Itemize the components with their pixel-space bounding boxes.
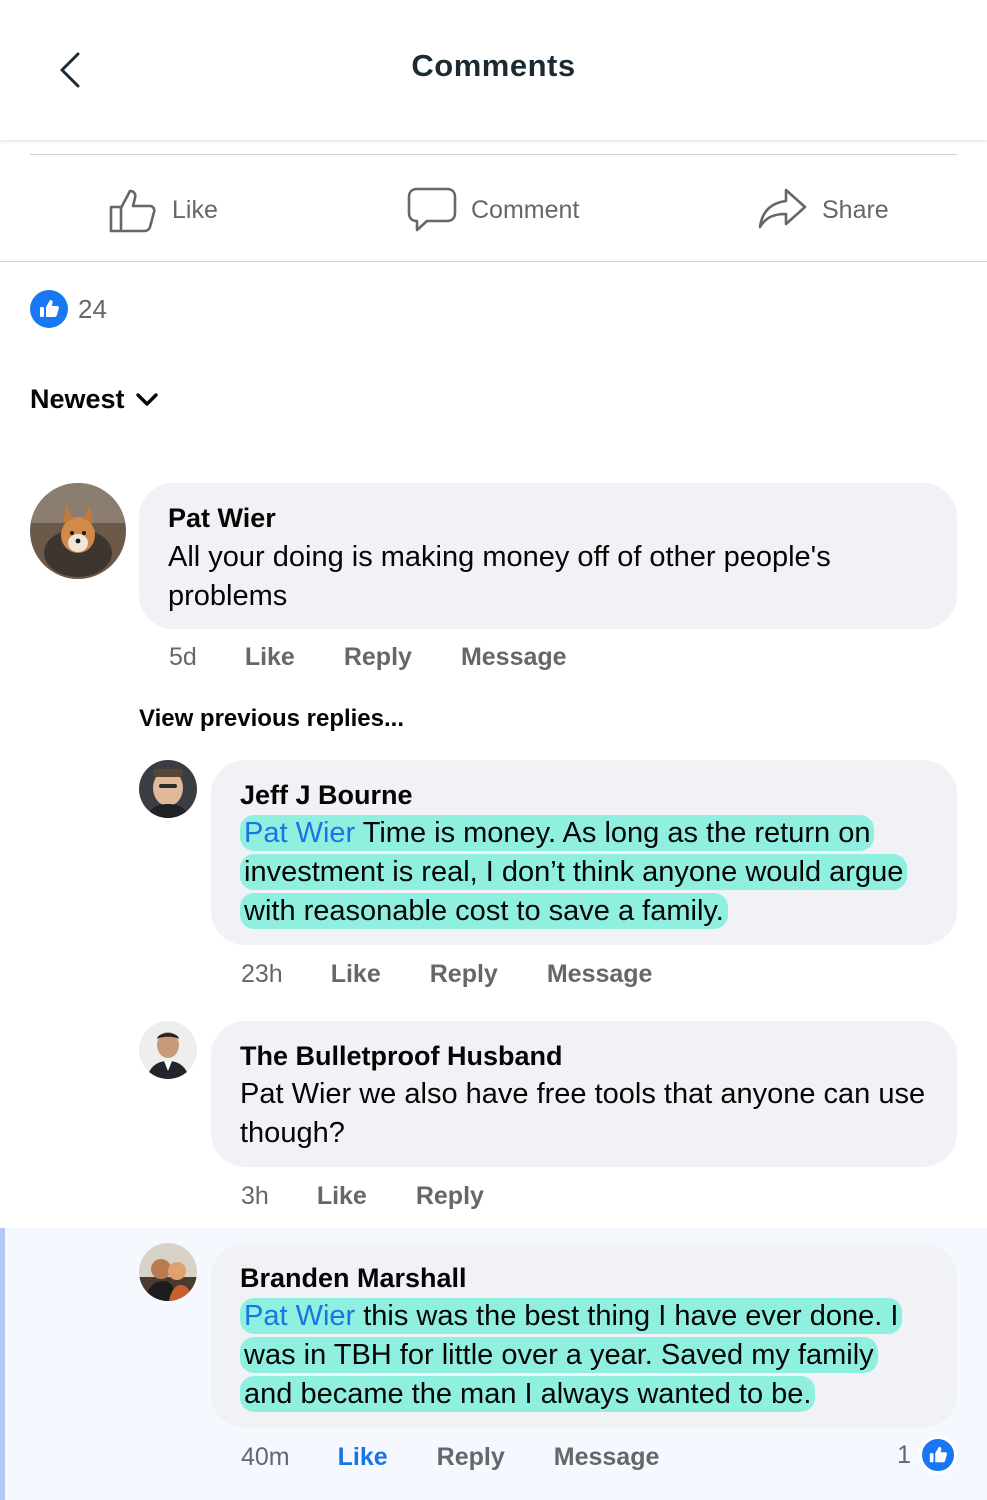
comment-text: All your doing is making money off of ot… — [168, 541, 831, 612]
reply-button[interactable]: Reply — [344, 643, 412, 672]
reply-reaction-count: 1 — [897, 1440, 911, 1469]
reply-bubble: Branden Marshall Pat Wier this was the b… — [211, 1243, 957, 1428]
reply-button[interactable]: Reply — [430, 960, 498, 989]
highlighted-text: Pat Wier this was the best thing I have … — [240, 1298, 903, 1412]
like-reaction-icon — [919, 1436, 957, 1474]
reply-actions: 3h Like Reply — [241, 1182, 484, 1211]
reply-button[interactable]: Reply — [437, 1443, 505, 1472]
comment-bubble: Pat Wier All your doing is making money … — [139, 483, 957, 629]
dog-photo-icon — [30, 483, 126, 579]
thumbs-up-icon — [109, 189, 156, 233]
reaction-count: 24 — [78, 293, 107, 324]
person-photo-icon — [139, 760, 197, 818]
mention-link[interactable]: Pat Wier — [244, 817, 355, 849]
like-reply-button[interactable]: Like — [338, 1443, 388, 1472]
comment-time[interactable]: 5d — [169, 643, 197, 672]
mention-link[interactable]: Pat Wier — [244, 1300, 355, 1332]
reply-text: Pat Wier Time is money. As long as the r… — [240, 814, 929, 931]
message-button[interactable]: Message — [554, 1443, 660, 1472]
reply-time[interactable]: 23h — [241, 960, 283, 989]
reply-time[interactable]: 3h — [241, 1182, 269, 1211]
reply-text: Pat Wier we also have free tools that an… — [240, 1078, 926, 1149]
page-title: Comments — [411, 48, 576, 83]
reply-actions: 23h Like Reply Message — [241, 960, 652, 989]
post-action-bar: Like Comment Share — [0, 170, 987, 250]
share-button[interactable]: Share — [758, 182, 889, 238]
reply-time[interactable]: 40m — [241, 1443, 290, 1472]
comment-label: Comment — [471, 195, 580, 224]
view-previous-replies-link[interactable]: View previous replies... — [139, 705, 404, 733]
person-photo-icon — [139, 1243, 197, 1301]
reply-bubble: Jeff J Bourne Pat Wier Time is money. As… — [211, 760, 957, 945]
like-label: Like — [172, 195, 218, 224]
reply-bubble: The Bulletproof Husband Pat Wier we also… — [211, 1021, 957, 1167]
comment-actions: 5d Like Reply Message — [169, 643, 567, 672]
like-reply-button[interactable]: Like — [331, 960, 381, 989]
share-arrow-icon — [758, 188, 807, 229]
like-reaction-icon — [30, 290, 68, 328]
like-button[interactable]: Like — [108, 182, 218, 238]
reply-author[interactable]: Jeff J Bourne — [240, 778, 929, 812]
avatar[interactable] — [139, 760, 197, 818]
avatar[interactable] — [139, 1021, 197, 1079]
like-comment-button[interactable]: Like — [245, 643, 295, 672]
reply-button[interactable]: Reply — [416, 1182, 484, 1211]
divider — [30, 154, 957, 155]
avatar[interactable] — [30, 483, 126, 579]
highlight-indicator — [0, 1228, 5, 1500]
comment-button[interactable]: Comment — [407, 182, 579, 238]
chevron-down-icon — [135, 392, 158, 406]
message-button[interactable]: Message — [461, 643, 567, 672]
person-photo-icon — [139, 1021, 197, 1079]
reply-author[interactable]: Branden Marshall — [240, 1261, 929, 1295]
reply-text: Pat Wier this was the best thing I have … — [240, 1297, 929, 1414]
sort-label: Newest — [30, 384, 125, 414]
like-reply-button[interactable]: Like — [317, 1182, 367, 1211]
reply-actions: 40m Like Reply Message — [241, 1443, 659, 1472]
message-button[interactable]: Message — [547, 960, 653, 989]
sort-dropdown[interactable]: Newest — [30, 384, 159, 415]
reply-reaction-summary[interactable]: 1 — [897, 1436, 957, 1474]
top-bar: Comments — [0, 0, 987, 140]
reaction-summary[interactable]: 24 — [30, 290, 107, 328]
reply-author[interactable]: The Bulletproof Husband — [240, 1039, 929, 1073]
comment-author[interactable]: Pat Wier — [168, 501, 929, 535]
highlighted-text: Pat Wier Time is money. As long as the r… — [240, 815, 908, 929]
speech-bubble-icon — [407, 187, 457, 232]
share-label: Share — [822, 195, 889, 224]
divider — [0, 261, 987, 262]
avatar[interactable] — [139, 1243, 197, 1301]
